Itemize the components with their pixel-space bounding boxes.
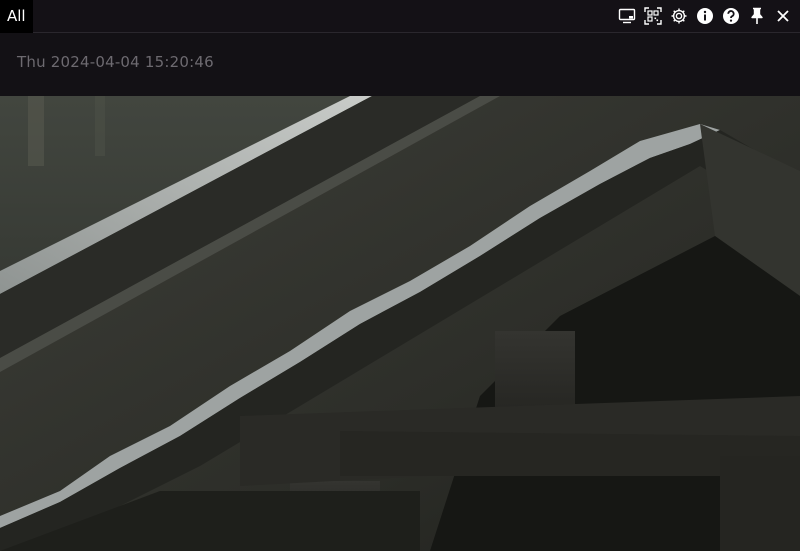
app-window: All Thu 2024-04-04 15:20:46 bbox=[0, 0, 800, 551]
toolbar bbox=[614, 4, 796, 28]
info-icon bbox=[697, 8, 713, 24]
wallpaper-photo bbox=[0, 96, 800, 551]
date-bar: Thu 2024-04-04 15:20:46 bbox=[0, 33, 800, 96]
help-button[interactable] bbox=[718, 4, 744, 28]
help-icon bbox=[723, 8, 739, 24]
info-button[interactable] bbox=[692, 4, 718, 28]
pin-icon bbox=[751, 7, 763, 24]
datetime-label: Thu 2024-04-04 15:20:46 bbox=[17, 53, 214, 71]
settings-button[interactable] bbox=[666, 4, 692, 28]
top-bar: All bbox=[0, 0, 800, 33]
pin-button[interactable] bbox=[744, 4, 770, 28]
gear-icon bbox=[671, 8, 687, 24]
monitor-button[interactable] bbox=[614, 4, 640, 28]
close-icon bbox=[777, 10, 789, 22]
qr-scan-button[interactable] bbox=[640, 4, 666, 28]
tab-all[interactable]: All bbox=[0, 0, 33, 33]
qr-scan-icon bbox=[644, 7, 662, 25]
close-button[interactable] bbox=[770, 4, 796, 28]
monitor-icon bbox=[618, 8, 636, 24]
